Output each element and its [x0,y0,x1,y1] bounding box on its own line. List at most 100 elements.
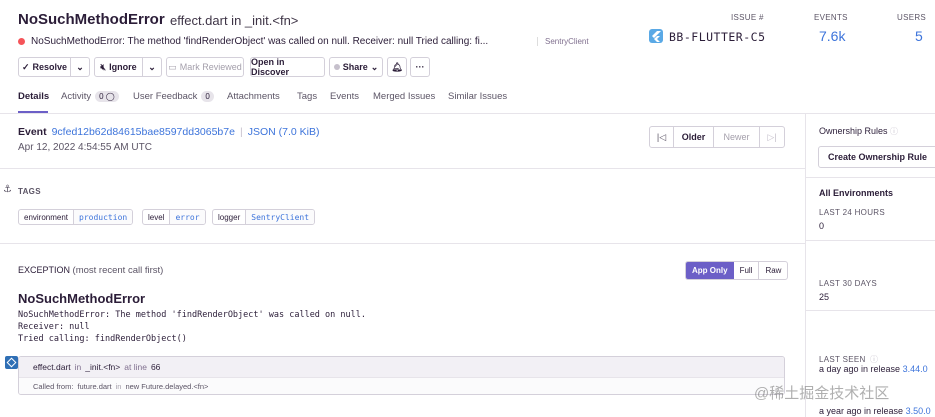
mute-icon: 🔇︎ [100,61,107,72]
info-icon[interactable]: ⓘ [870,355,878,364]
issue-short-id[interactable]: BB-FLUTTER-C5 [669,30,766,44]
tag-key: environment [19,210,75,224]
tab-activity[interactable]: Activity 0 ◯ [61,91,119,102]
last-30-days-value: 25 [819,292,830,302]
mark-reviewed-label: Mark Reviewed [179,62,242,72]
frame-called-from: Called from: future.dart in new Future.d… [19,378,784,394]
called-from-label: Called from: [33,382,74,391]
chevron-down-icon: ⌄ [148,61,156,72]
tag-value[interactable]: SentryClient [246,210,315,224]
sidebar-divider-1 [806,177,935,178]
ignore-dropdown[interactable]: ⌄ [142,57,162,77]
ignore-button[interactable]: 🔇︎ Ignore [94,57,143,77]
share-button[interactable]: Share ⌄ [329,57,383,77]
tag-pill[interactable]: environment production [18,209,134,225]
exception-value-line: Receiver: null [18,322,90,332]
share-label: Share [342,62,368,72]
stack-frame[interactable]: effect.dart in _init.<fn> at line 66 Cal… [18,356,785,395]
frame-file: effect.dart [33,362,71,372]
chevron-down-icon: ⌄ [76,61,84,72]
error-level-dot [18,38,25,45]
exception-heading: EXCEPTION (most recent call first) [18,265,163,276]
create-ownership-rule-button[interactable]: Create Ownership Rule [818,146,935,168]
sidebar-divider [805,113,806,417]
environments-label: All Environments [819,188,894,198]
mark-reviewed-button[interactable]: ▭ Mark Reviewed [166,57,244,77]
logger-badge: SentryClient [537,37,589,46]
frame-at-line: at line [124,362,147,372]
info-icon[interactable]: ⓘ [890,127,898,136]
issue-message: NoSuchMethodError: The method 'findRende… [31,36,489,47]
watermark: @稀土掘金技术社区 [754,385,890,402]
check-icon: ✓ [21,61,30,72]
open-discover-label: Open in Discover [251,57,290,77]
anchor-icon: ⚓︎ [3,184,12,195]
more-actions-button[interactable]: ··· [410,57,430,77]
ownership-title: Ownership Rules [819,126,888,136]
frame-line-number: 66 [150,362,161,372]
older-event-button[interactable]: Older [674,127,714,147]
last-24-hours-label: LAST 24 HOURS [819,208,885,217]
sidebar-divider-3 [806,310,935,311]
event-id-row: Event 9cfed12b62d84615bae8597dd3065b7e |… [18,126,319,138]
event-date: Apr 12, 2022 4:54:55 AM UTC [18,142,152,153]
last-30-days-label: LAST 30 DAYS [819,279,877,288]
raw-button[interactable]: Raw [759,262,787,279]
issue-title: NoSuchMethodError [18,11,165,28]
latest-event-button[interactable]: ▷| [760,127,784,147]
event-id-link[interactable]: 9cfed12b62d84615bae8597dd3065b7e [52,126,235,138]
last-24-hours-value: 0 [819,221,825,231]
tab-attachments[interactable]: Attachments [227,91,280,102]
frame-in: in [115,382,122,391]
first-seen-release-link[interactable]: 3.50.0 [906,406,931,416]
ownership-rules-title: Ownership Rules ⓘ [819,126,898,137]
tab-merged-issues[interactable]: Merged Issues [373,91,435,102]
tab-count-badge: 0 [201,91,214,102]
json-link[interactable]: JSON (7.0 KiB) [248,126,320,138]
tab-user-feedback[interactable]: User Feedback 0 [133,91,214,102]
sidebar-divider-2 [806,240,935,241]
tab-details[interactable]: Details [18,91,49,102]
chevron-down-icon: ⌄ [370,61,379,72]
tags-section-title: TAGS [18,187,41,196]
app-only-button[interactable]: App Only [686,262,734,279]
tag-pill[interactable]: level error [142,209,206,225]
tags-divider [0,243,805,244]
frame-function: _init.<fn> [85,362,121,372]
separator: | [239,126,243,138]
tab-tags[interactable]: Tags [297,91,317,102]
open-in-discover-button[interactable]: Open in Discover [250,57,325,77]
tag-pill[interactable]: logger SentryClient [212,209,316,225]
tab-events[interactable]: Events [330,91,359,102]
ellipsis-icon: ··· [415,62,425,72]
users-count[interactable]: 5 [915,28,923,44]
users-label: USERS [897,13,927,22]
exception-subtitle: (most recent call first) [72,265,164,276]
first-event-button[interactable]: |◁ [650,127,674,147]
comment-icon: ◯ [105,92,115,101]
frame-header[interactable]: effect.dart in _init.<fn> at line 66 [19,357,784,378]
resolve-dropdown[interactable]: ⌄ [70,57,90,77]
tab-similar-issues[interactable]: Similar Issues [448,91,507,102]
tab-label: Details [18,91,50,102]
last-seen-release-link[interactable]: 3.44.0 [903,364,928,374]
frame-in: in [74,362,82,372]
events-label: EVENTS [814,13,848,22]
tag-value[interactable]: error [170,210,205,224]
first-seen-text: a year ago in release [819,406,904,416]
last-seen-value: a day ago in release 3.44.0 [819,364,928,374]
first-seen-value: a year ago in release 3.50.0 [819,406,931,416]
bell-icon: 🔔︎ [391,61,403,72]
tabs-divider [0,113,935,114]
flutter-platform-icon [649,29,663,43]
exception-type: NoSuchMethodError [18,291,146,306]
events-count[interactable]: 7.6k [819,28,845,44]
newer-event-button[interactable]: Newer [714,127,760,147]
subscribe-button[interactable]: 🔔︎ [387,57,407,77]
stacktrace-view-toggle: App Only Full Raw [685,261,789,280]
tag-key: level [143,210,171,224]
full-button[interactable]: Full [734,262,760,279]
resolve-button[interactable]: ✓ Resolve [18,57,71,77]
exception-value-line: NoSuchMethodError: The method 'findRende… [18,310,366,320]
tag-value[interactable]: production [74,210,133,224]
